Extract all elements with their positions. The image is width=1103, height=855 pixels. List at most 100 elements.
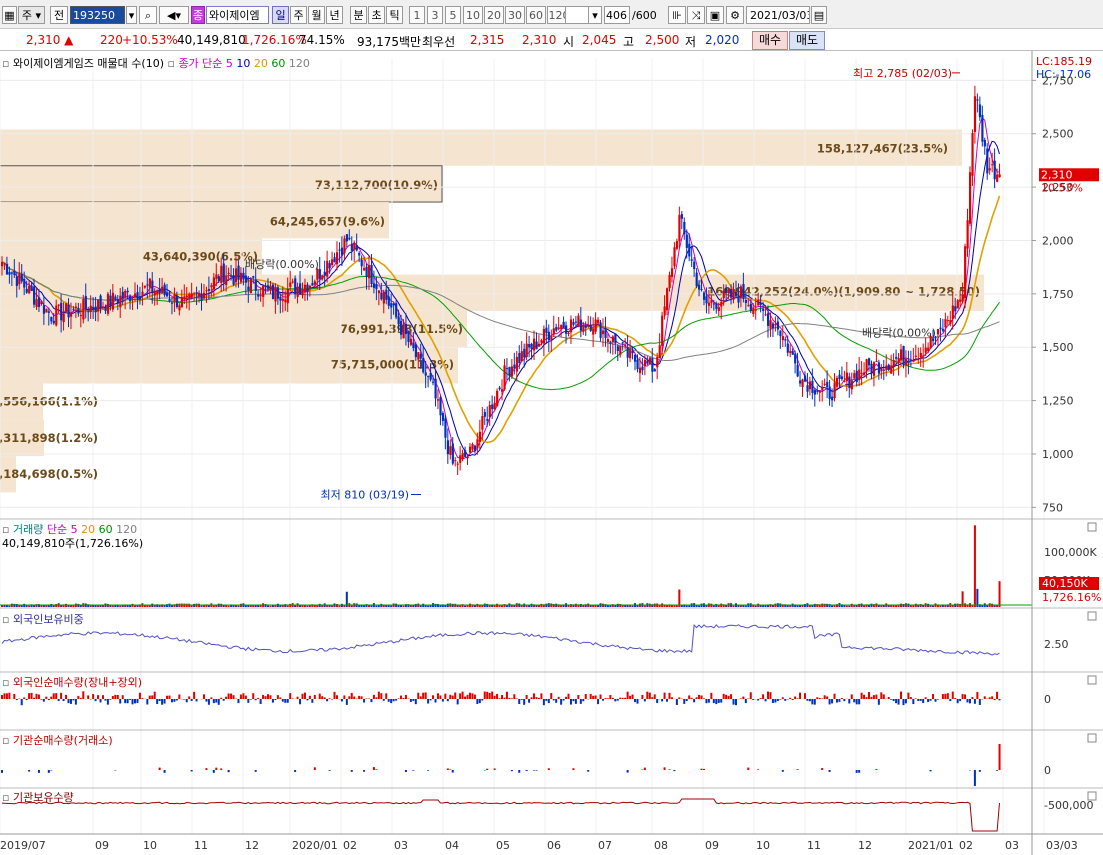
foreign-net-bar — [794, 696, 797, 699]
foreign-net-bar — [348, 696, 351, 699]
volume-bar — [742, 605, 745, 607]
candle-body — [161, 286, 164, 293]
candle-body — [978, 104, 982, 118]
volume-bar — [796, 605, 799, 607]
foreign-net-bar — [473, 694, 476, 699]
foreign-net-bar — [111, 696, 114, 699]
market-select[interactable]: 주 ▾ — [18, 6, 45, 24]
candle-body — [717, 307, 720, 311]
volume-bar — [237, 605, 240, 607]
volume-bar — [279, 605, 282, 607]
candle-body — [200, 293, 203, 301]
inst-net-square-icon[interactable]: ▫ — [2, 734, 13, 747]
period-week[interactable]: 주 — [290, 6, 307, 24]
candle-body — [124, 290, 127, 298]
foreign-net-bar — [151, 695, 154, 699]
volume-bar — [976, 588, 979, 607]
candle-body — [831, 396, 834, 401]
candle-body — [65, 303, 68, 312]
candle-body — [643, 359, 647, 367]
foreign-net-bar — [259, 699, 262, 704]
foreign-panel-title-text: 외국인보유비중 — [12, 613, 84, 626]
code-dropdown-icon[interactable]: ▾ — [126, 6, 137, 24]
interval-1[interactable]: 1 — [409, 6, 425, 24]
price-tag-pct: 10.53% — [1041, 181, 1083, 194]
interval-20[interactable]: 20 — [484, 6, 504, 24]
candle-body — [84, 296, 87, 309]
candle-body — [976, 99, 979, 101]
high-note: 최고 2,785 (02/03) — [853, 67, 952, 80]
foreign-net-bar — [377, 691, 380, 699]
sound-icon[interactable]: ◀▾ — [159, 6, 189, 24]
foreign-net-square-icon[interactable]: ▫ — [2, 676, 13, 689]
volume-bar — [427, 605, 430, 607]
search-icon[interactable]: ⌕ — [139, 6, 157, 24]
volume-bar — [94, 605, 97, 607]
settings-icon[interactable]: ⚙ — [726, 6, 744, 24]
foreign-net-bar — [496, 693, 499, 699]
x-tick-label: 2019/07 — [0, 839, 46, 852]
foreign-net-bar — [262, 695, 265, 699]
before-button[interactable]: 전 — [50, 6, 68, 24]
inst-hold-square-icon[interactable]: ▫ — [2, 791, 13, 804]
grid-icon[interactable]: ▦ — [2, 6, 17, 24]
panel-square-icon[interactable]: ▫ — [2, 57, 9, 70]
interval-3[interactable]: 3 — [427, 6, 443, 24]
candle-body — [313, 281, 317, 285]
candle-body — [180, 297, 184, 308]
period-second[interactable]: 초 — [368, 6, 385, 24]
period-tick[interactable]: 틱 — [386, 6, 403, 24]
panel-square-icon-2[interactable]: ▫ — [167, 57, 178, 70]
interval-5[interactable]: 5 — [445, 6, 461, 24]
foreign-net-bar — [515, 698, 518, 699]
foreign-net-bar — [863, 694, 866, 699]
foreign-square-icon[interactable]: ▫ — [2, 613, 13, 626]
interval-30[interactable]: 30 — [505, 6, 525, 24]
period-day[interactable]: 일 — [272, 6, 289, 24]
candle-body — [988, 168, 991, 171]
calendar-icon[interactable]: ▤ — [811, 6, 827, 24]
period-minute[interactable]: 분 — [350, 6, 367, 24]
stock-name[interactable]: 와이제이엠 — [206, 6, 269, 24]
candle-body — [505, 368, 509, 370]
candle-body — [434, 378, 437, 399]
candle-body — [375, 284, 378, 290]
interval-10[interactable]: 10 — [463, 6, 483, 24]
stock-badge-icon[interactable]: 종 — [191, 6, 205, 24]
foreign-net-bar — [444, 693, 447, 699]
foreign-net-bar — [976, 692, 979, 699]
foreign-net-bar — [392, 699, 395, 702]
chart-type-icon[interactable]: ⊪ — [668, 6, 686, 24]
candle-body — [466, 456, 469, 459]
foreign-net-bar — [446, 699, 449, 702]
candle-body — [488, 405, 491, 417]
foreign-net-bar — [865, 697, 868, 699]
foreign-net-bar — [961, 694, 964, 699]
volume-bar — [803, 604, 806, 607]
period-month[interactable]: 월 — [308, 6, 325, 24]
foreign-net-bar — [491, 691, 494, 699]
buy-button[interactable]: 매수 — [752, 31, 788, 50]
candle-body — [274, 286, 277, 302]
stock-chart[interactable]: 158,127,467(23.5%) 73,112,700(10.9%) 64,24… — [0, 51, 1103, 855]
interval-60[interactable]: 60 — [526, 6, 546, 24]
period-year[interactable]: 년 — [326, 6, 343, 24]
volume-bar — [695, 605, 698, 607]
stock-code-input[interactable]: 193250 — [70, 6, 125, 24]
volume-bar — [101, 605, 104, 607]
candle-body — [432, 381, 435, 383]
foreign-net-bar — [427, 699, 430, 704]
count-input[interactable]: 406 — [604, 6, 630, 24]
profile-label: 3,184,698(0.5%) — [0, 467, 98, 481]
inst-net-bar — [212, 770, 215, 773]
save-icon[interactable]: ▣ — [706, 6, 724, 24]
foreign-net-bar — [626, 691, 629, 699]
candle-body — [757, 299, 760, 306]
foreign-net-bar — [451, 695, 454, 699]
date-input[interactable]: 2021/03/03 — [746, 6, 810, 24]
foreign-net-bar — [508, 697, 511, 699]
indicator-icon[interactable]: ⤨ — [687, 6, 705, 24]
foreign-net-bar — [833, 693, 836, 699]
interval-dropdown-icon[interactable]: ▾ — [588, 6, 602, 24]
sell-button[interactable]: 매도 — [789, 31, 825, 50]
